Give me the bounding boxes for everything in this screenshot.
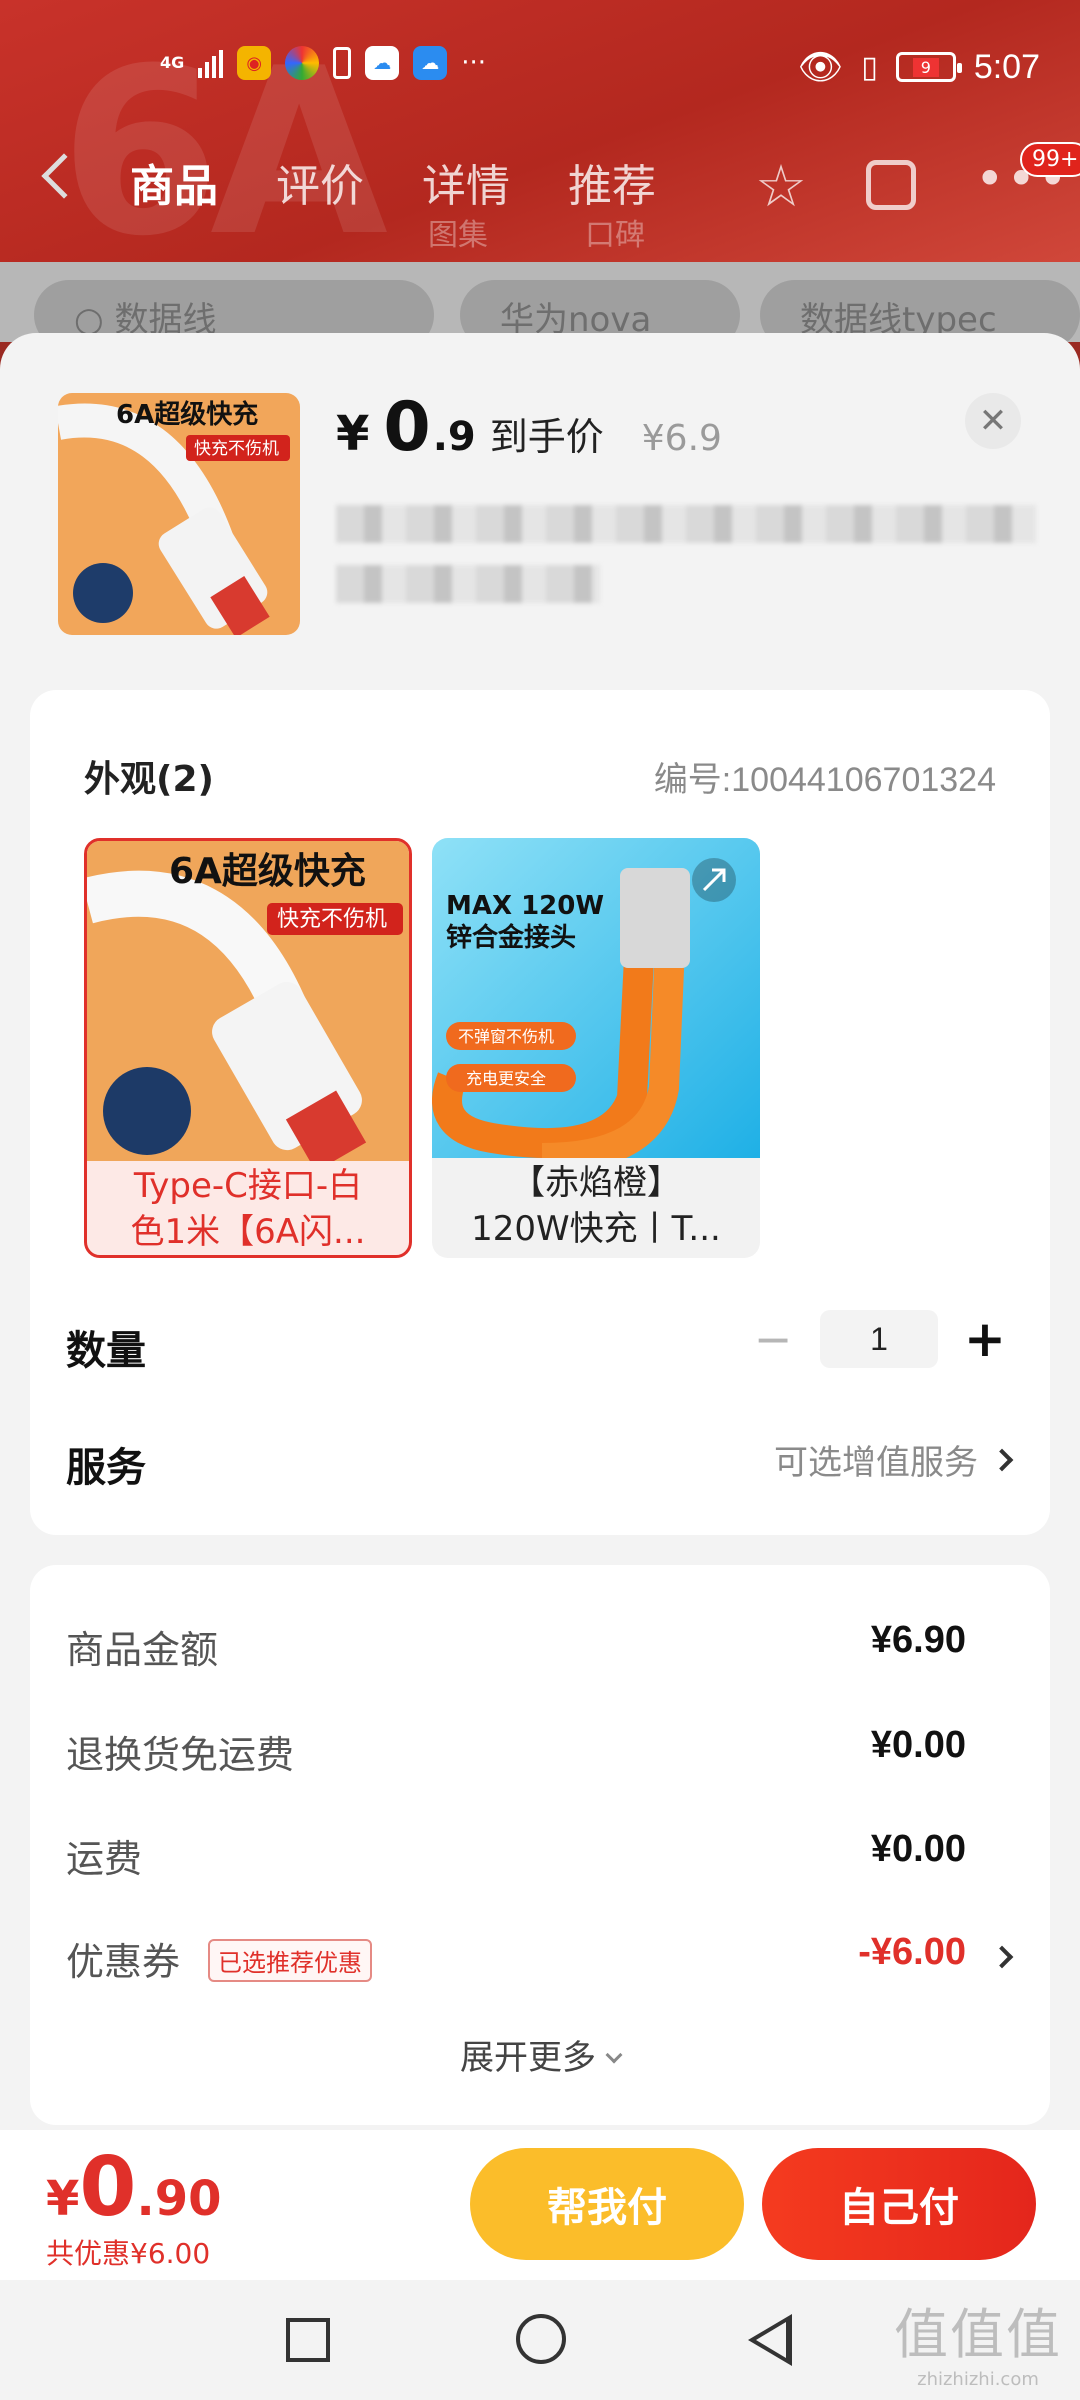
price-summary-card: 商品金额 ¥6.90 退换货免运费 ¥0.00 运费 ¥0.00 优惠券 已选推…	[30, 1565, 1050, 2125]
system-nav-bar: 值值值 zhizhizhi.com	[0, 2280, 1080, 2400]
price-decimal: .9	[432, 414, 476, 460]
pay-myself-button[interactable]: 自己付	[762, 2148, 1036, 2260]
help-me-pay-button[interactable]: 帮我付	[470, 2148, 744, 2260]
price-label: 到手价	[489, 415, 604, 459]
tab-goods[interactable]: 商品	[130, 150, 218, 214]
summary-row: 商品金额 ¥6.90	[66, 1613, 1016, 1673]
quantity-increase-button[interactable]: +	[960, 1310, 1010, 1368]
back-icon[interactable]	[41, 153, 87, 199]
blurred-product-title	[336, 505, 1036, 543]
summary-amount: ¥6.90	[870, 1619, 966, 1661]
summary-label: 商品金额	[66, 1628, 219, 1672]
coupon-tag: 已选推荐优惠	[208, 1939, 372, 1982]
close-icon: ✕	[978, 401, 1008, 441]
quantity-stepper: − 1 +	[748, 1310, 1010, 1368]
product-code: 编号:10044106701324	[653, 761, 996, 799]
original-price: ¥6.9	[641, 418, 722, 459]
coupon-row[interactable]: 优惠券 已选推荐优惠 -¥6.00	[66, 1925, 1016, 1985]
signal-icon	[198, 48, 224, 78]
sku-option[interactable]: 6A超级快充 快充不伤机 Type-C接口-白 色1米【6A闪...	[84, 838, 412, 1258]
quantity-label: 数量	[66, 1328, 146, 1374]
weibo-icon: ◉	[237, 46, 272, 80]
search-suggestions: ○ 数据线 华为nova 数据线typec	[0, 262, 1080, 350]
sku-option-label: Type-C接口-白 色1米【6A闪...	[130, 1166, 366, 1252]
sku-image-tag: 快充不伤机	[277, 907, 387, 932]
network-indicator: 4G	[160, 53, 185, 72]
summary-amount: ¥0.00	[870, 1724, 966, 1766]
price-integer: 0	[383, 388, 431, 467]
summary-label: 退换货免运费	[66, 1733, 295, 1777]
phone-icon	[333, 47, 352, 79]
sku-option-image: MAX 120W 锌合金接头 不弹窗不伤机 充电更安全	[432, 838, 760, 1173]
sku-selection-sheet: 6A超级快充 快充不伤机 ¥ 0 .9 到手价 ¥6.9 ✕ 外观(2) 编号:…	[0, 333, 1080, 2133]
app-icon	[285, 46, 320, 80]
status-bar: 4G ◉ ☁ ☁ ··· 👁 ▯ 9 5:07	[0, 40, 1080, 96]
back-nav-icon[interactable]	[748, 2314, 792, 2366]
more-notifications-icon: ···	[461, 48, 487, 78]
share-icon[interactable]	[866, 160, 916, 210]
product-tabs: 商品 评价 详情 推荐	[130, 150, 656, 214]
product-thumbnail: 6A超级快充 快充不伤机	[58, 393, 300, 635]
weather-icon: ☁	[413, 46, 448, 80]
tab-reviews[interactable]: 评价	[276, 150, 364, 214]
summary-row: 运费 ¥0.00	[66, 1822, 1016, 1882]
summary-amount: ¥0.00	[870, 1828, 966, 1870]
thumb-title: 6A超级快充	[116, 399, 258, 430]
price-line: ¥ 0 .9 到手价 ¥6.9	[336, 388, 722, 467]
sheet-header: 6A超级快充 快充不伤机 ¥ 0 .9 到手价 ¥6.9 ✕	[0, 333, 1080, 673]
service-selector[interactable]: 可选增值服务	[774, 1435, 1014, 1484]
final-price: ¥ 0 .90	[46, 2140, 222, 2235]
blurred-product-title	[336, 565, 600, 603]
recent-apps-icon[interactable]	[286, 2318, 330, 2362]
sku-image-title: 6A超级快充	[169, 851, 366, 892]
quantity-value[interactable]: 1	[820, 1310, 938, 1368]
chevron-down-icon	[605, 2046, 623, 2064]
service-value: 可选增值服务	[774, 1443, 978, 1483]
tab-recommend[interactable]: 推荐	[568, 150, 656, 214]
summary-row: 退换货免运费 ¥0.00	[66, 1718, 1016, 1778]
battery-icon: 9	[895, 52, 962, 82]
sku-image-tag: 充电更安全	[466, 1069, 546, 1088]
sub-tab-reputation: 口碑	[585, 218, 645, 253]
expand-more-button[interactable]: 展开更多	[30, 2030, 1050, 2079]
message-badge: 99+	[1020, 142, 1080, 177]
home-icon[interactable]	[516, 2314, 566, 2364]
quantity-decrease-button[interactable]: −	[748, 1312, 798, 1366]
sku-image-title: 锌合金接头	[446, 922, 576, 953]
appearance-title: 外观(2)	[84, 759, 214, 800]
vibrate-icon: ▯	[861, 49, 878, 85]
price-symbol: ¥	[336, 406, 370, 462]
spec-card: 外观(2) 编号:10044106701324 6A超级快充 快充不伤机 Typ…	[30, 690, 1050, 1535]
sku-image-tag: 不弹窗不伤机	[458, 1027, 554, 1046]
tab-details[interactable]: 详情	[422, 150, 510, 214]
sku-option[interactable]: MAX 120W 锌合金接头 不弹窗不伤机 充电更安全 【赤焰橙】 120W快充…	[432, 838, 760, 1258]
chevron-right-icon	[990, 1448, 1014, 1471]
watermark: 值值值 zhizhizhi.com	[894, 2303, 1062, 2390]
star-icon[interactable]: ☆	[755, 152, 807, 220]
clock: 5:07	[973, 47, 1040, 86]
close-button[interactable]: ✕	[965, 393, 1021, 449]
summary-label: 优惠券	[66, 1940, 181, 1984]
checkout-bar: ¥ 0 .90 共优惠¥6.00 帮我付 自己付	[0, 2130, 1080, 2280]
summary-label: 运费	[66, 1837, 143, 1881]
eye-icon: 👁	[797, 47, 844, 88]
coupon-amount: -¥6.00	[858, 1931, 966, 1973]
sku-option-image: 6A超级快充 快充不伤机	[87, 841, 409, 1172]
product-nav-bar: 商品 评价 详情 推荐 图集 口碑 ☆ ••• 99+	[0, 142, 1080, 253]
total-savings: 共优惠¥6.00	[46, 2237, 211, 2270]
thumb-tag: 快充不伤机	[194, 439, 279, 459]
service-label: 服务	[66, 1445, 146, 1491]
sku-option-label: 【赤焰橙】 120W快充丨T...	[471, 1163, 721, 1249]
message-icon: ☁	[365, 46, 400, 80]
chevron-right-icon	[990, 1945, 1014, 1969]
sku-image-title: MAX 120W	[446, 891, 604, 921]
sub-tab-gallery: 图集	[428, 218, 488, 253]
